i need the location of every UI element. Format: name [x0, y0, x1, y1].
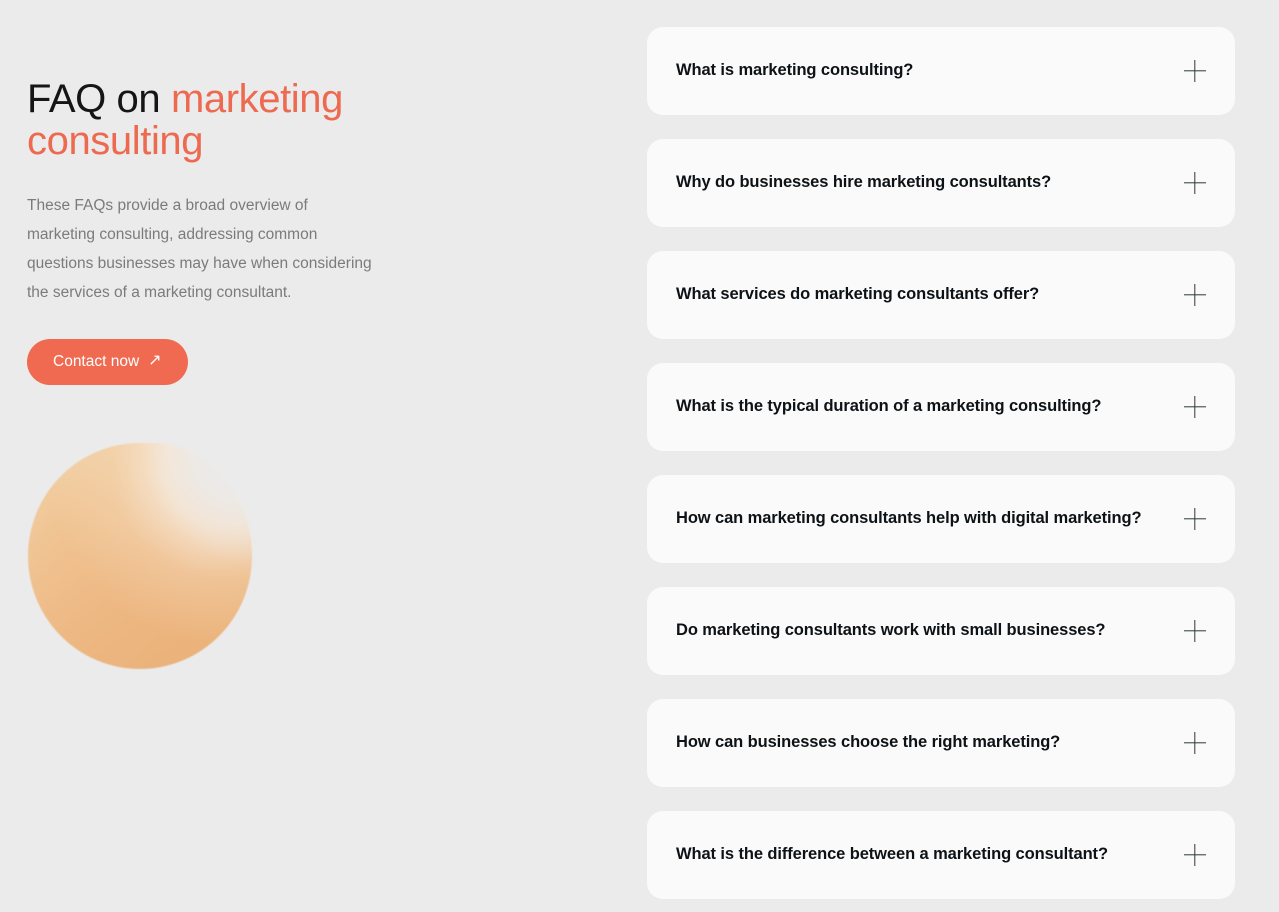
contact-now-label: Contact now	[53, 352, 140, 370]
faq-question-label: What is marketing consulting?	[676, 61, 914, 80]
faq-question-label: What is the difference between a marketi…	[676, 845, 1108, 864]
faq-question-label: How can marketing consultants help with …	[676, 509, 1142, 528]
faq-accordion-list: What is marketing consulting? Why do bus…	[647, 27, 1235, 899]
faq-item[interactable]: How can marketing consultants help with …	[647, 475, 1235, 563]
decorative-gradient-blob	[26, 441, 256, 671]
faq-item[interactable]: Do marketing consultants work with small…	[647, 587, 1235, 675]
faq-item[interactable]: How can businesses choose the right mark…	[647, 699, 1235, 787]
intro-section: FAQ on marketing consulting These FAQs p…	[27, 78, 427, 385]
arrow-up-right-icon: ↗	[148, 351, 162, 369]
faq-page: FAQ on marketing consulting These FAQs p…	[0, 0, 1279, 912]
faq-item[interactable]: What is the typical duration of a market…	[647, 363, 1235, 451]
faq-item[interactable]: What services do marketing consultants o…	[647, 251, 1235, 339]
faq-question-label: What is the typical duration of a market…	[676, 397, 1102, 416]
plus-icon[interactable]	[1184, 732, 1206, 754]
faq-question-label: What services do marketing consultants o…	[676, 285, 1040, 304]
contact-now-button[interactable]: Contact now ↗	[27, 338, 188, 385]
plus-icon[interactable]	[1184, 396, 1206, 418]
plus-icon[interactable]	[1184, 172, 1206, 194]
intro-paragraph: These FAQs provide a broad overview of m…	[27, 196, 372, 301]
page-title: FAQ on marketing consulting	[27, 78, 367, 163]
page-title-lead: FAQ on	[27, 77, 171, 121]
plus-icon[interactable]	[1184, 844, 1206, 866]
plus-icon[interactable]	[1184, 284, 1206, 306]
faq-question-label: How can businesses choose the right mark…	[676, 733, 1061, 752]
faq-question-label: Why do businesses hire marketing consult…	[676, 173, 1052, 192]
plus-icon[interactable]	[1184, 508, 1206, 530]
faq-question-label: Do marketing consultants work with small…	[676, 621, 1106, 640]
faq-item[interactable]: What is marketing consulting?	[647, 27, 1235, 115]
faq-item[interactable]: What is the difference between a marketi…	[647, 811, 1235, 899]
faq-item[interactable]: Why do businesses hire marketing consult…	[647, 139, 1235, 227]
plus-icon[interactable]	[1184, 620, 1206, 642]
plus-icon[interactable]	[1184, 60, 1206, 82]
